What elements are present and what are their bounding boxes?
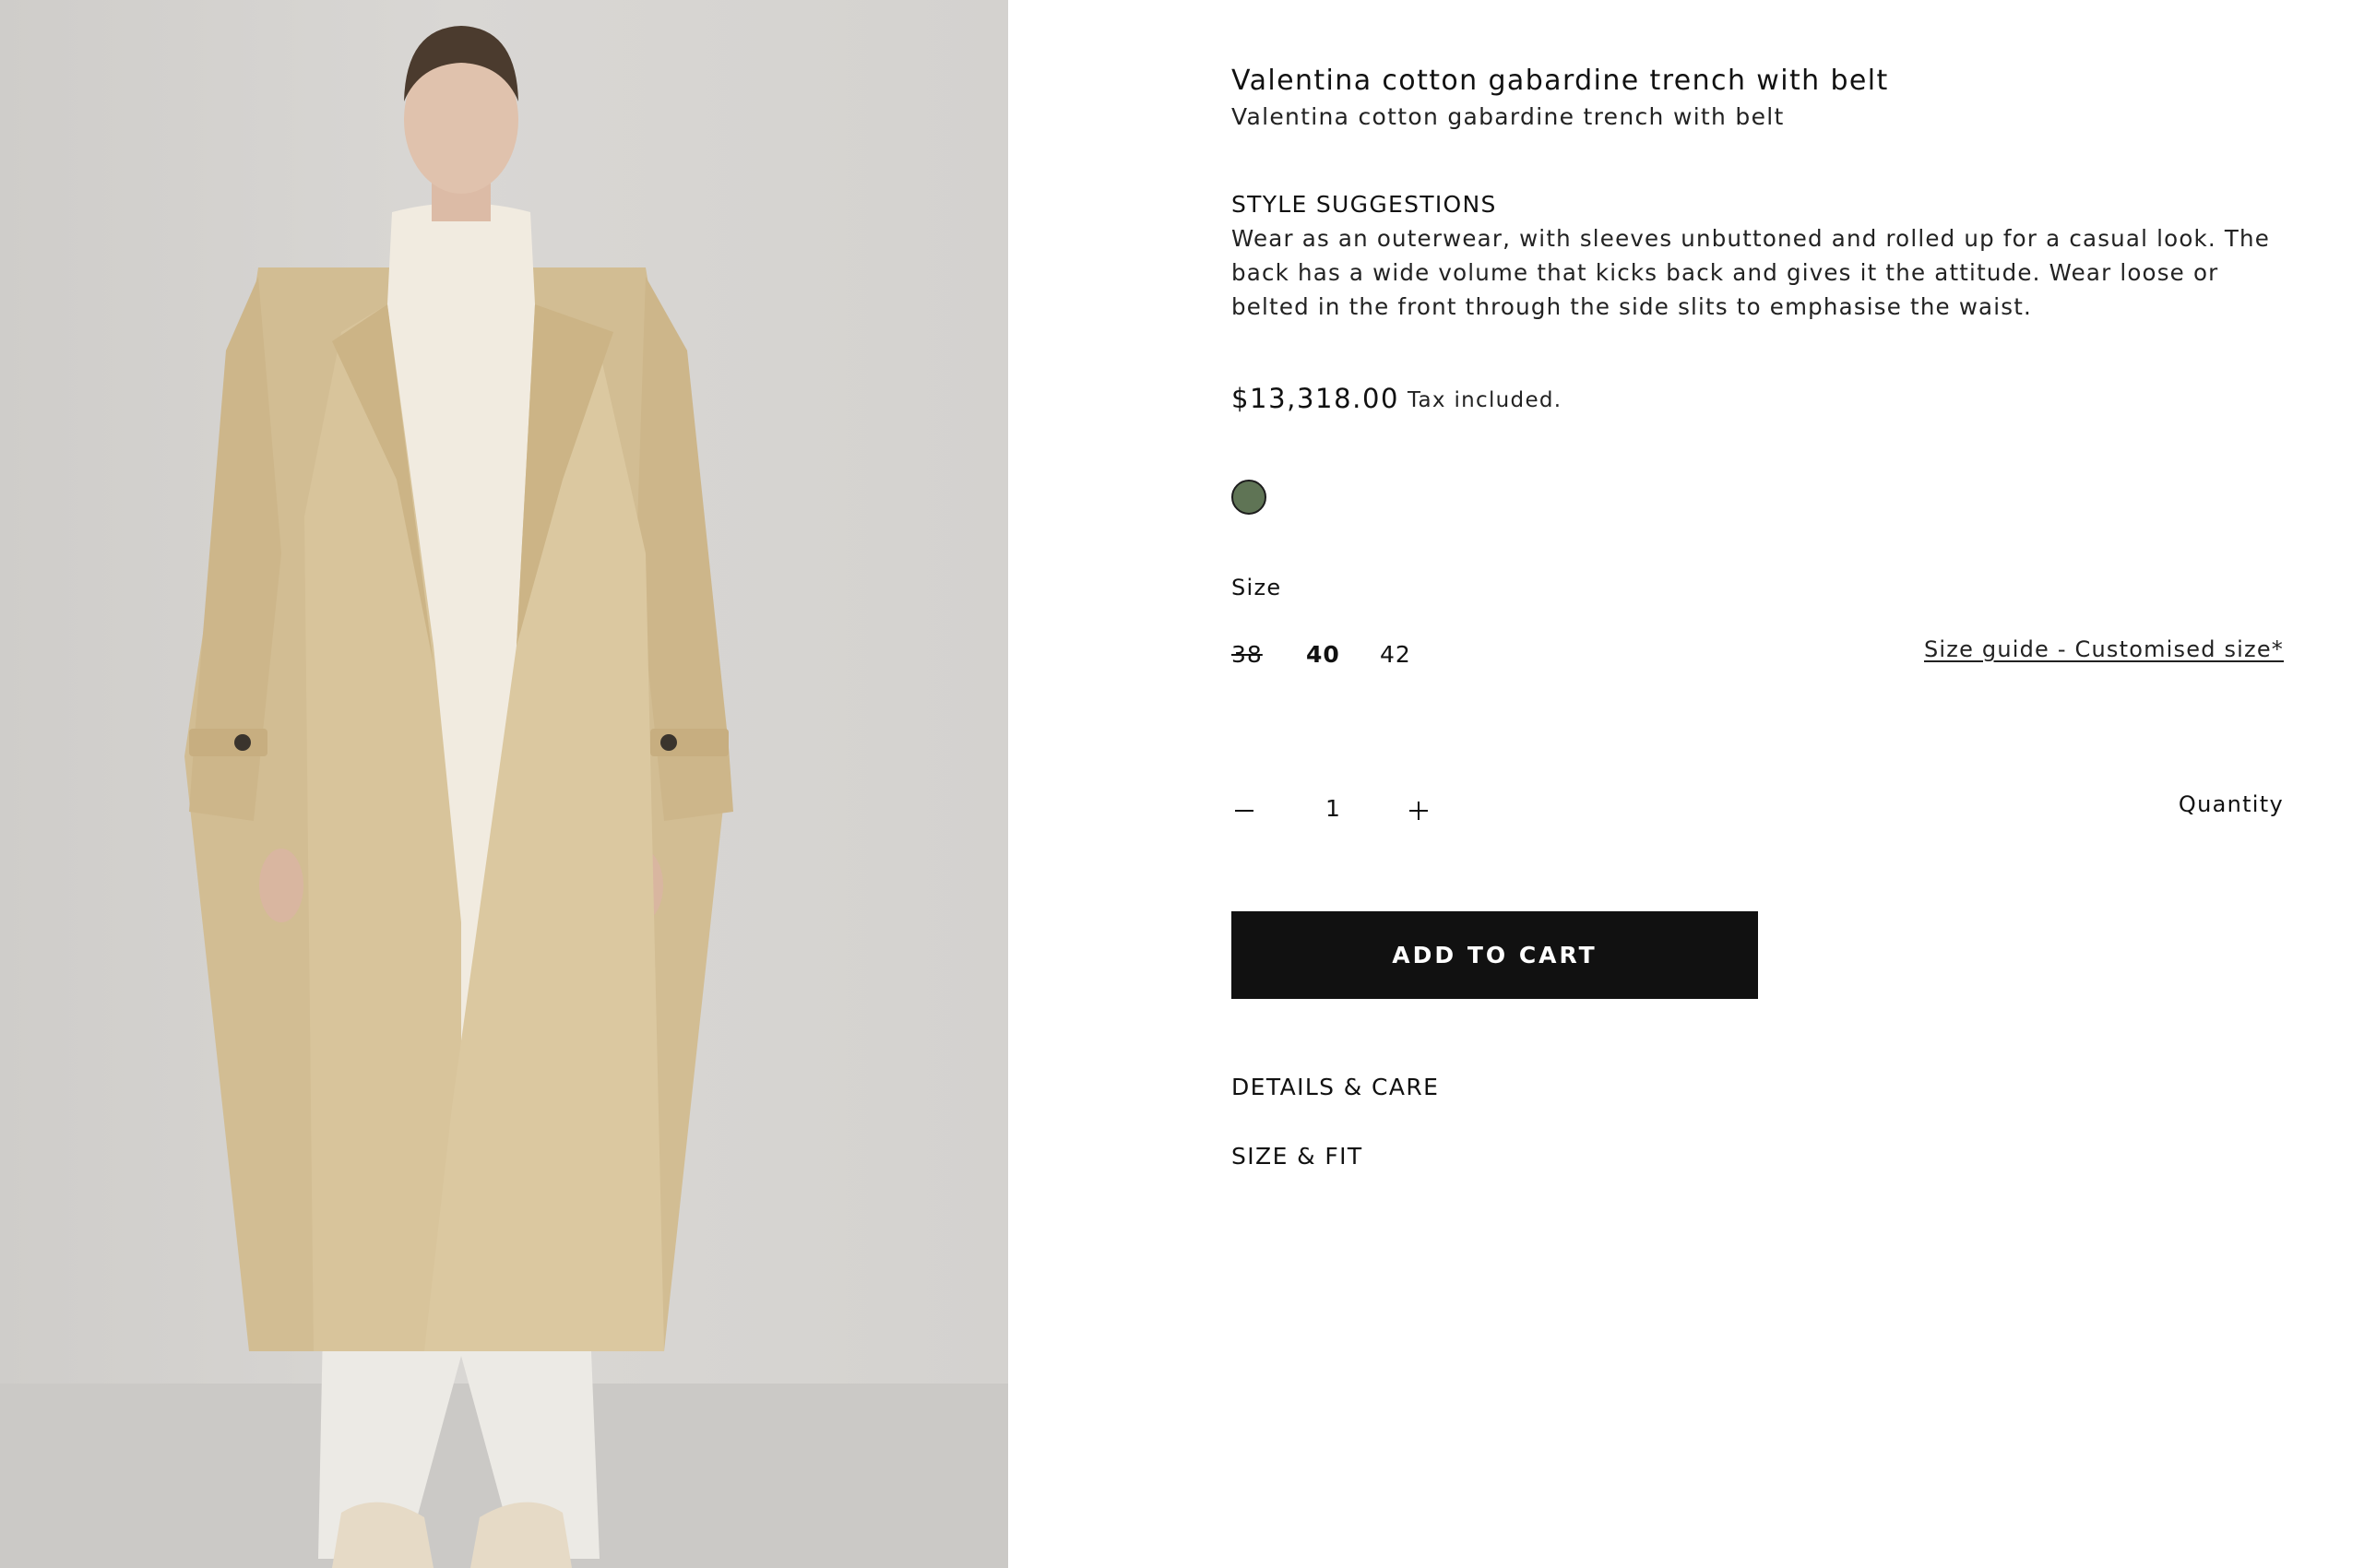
product-title: Valentina cotton gabardine trench with b…	[1231, 65, 1889, 97]
tax-note: Tax included.	[1408, 388, 1562, 412]
quantity-value[interactable]: 1	[1310, 795, 1356, 822]
details-care-accordion[interactable]: DETAILS & CARE	[1231, 1074, 1439, 1100]
add-to-cart-button[interactable]: ADD TO CART	[1231, 911, 1758, 999]
product-page: Valentina cotton gabardine trench with b…	[0, 0, 2376, 1568]
quantity-increase-button[interactable]	[1404, 795, 1435, 826]
size-option-42[interactable]: 42	[1380, 641, 1411, 668]
size-fit-accordion[interactable]: SIZE & FIT	[1231, 1143, 1363, 1170]
size-guide-link[interactable]: Size guide - Customised size*	[1924, 636, 2284, 662]
product-subtitle: Valentina cotton gabardine trench with b…	[1231, 103, 1785, 130]
size-label: Size	[1231, 575, 1282, 600]
size-option-38-unavailable[interactable]: 38	[1231, 641, 1263, 668]
product-info: Valentina cotton gabardine trench with b…	[0, 0, 2376, 1568]
color-swatch-green[interactable]	[1231, 480, 1266, 515]
style-suggestions-text: Wear as an outerwear, with sleeves unbut…	[1231, 225, 2271, 320]
size-option-40-selected[interactable]: 40	[1306, 641, 1340, 668]
quantity-label: Quantity	[2178, 791, 2284, 817]
style-suggestions-heading: STYLE SUGGESTIONS	[1231, 191, 1497, 218]
quantity-decrease-button[interactable]	[1230, 795, 1261, 826]
product-price: $13,318.00	[1231, 383, 1400, 414]
